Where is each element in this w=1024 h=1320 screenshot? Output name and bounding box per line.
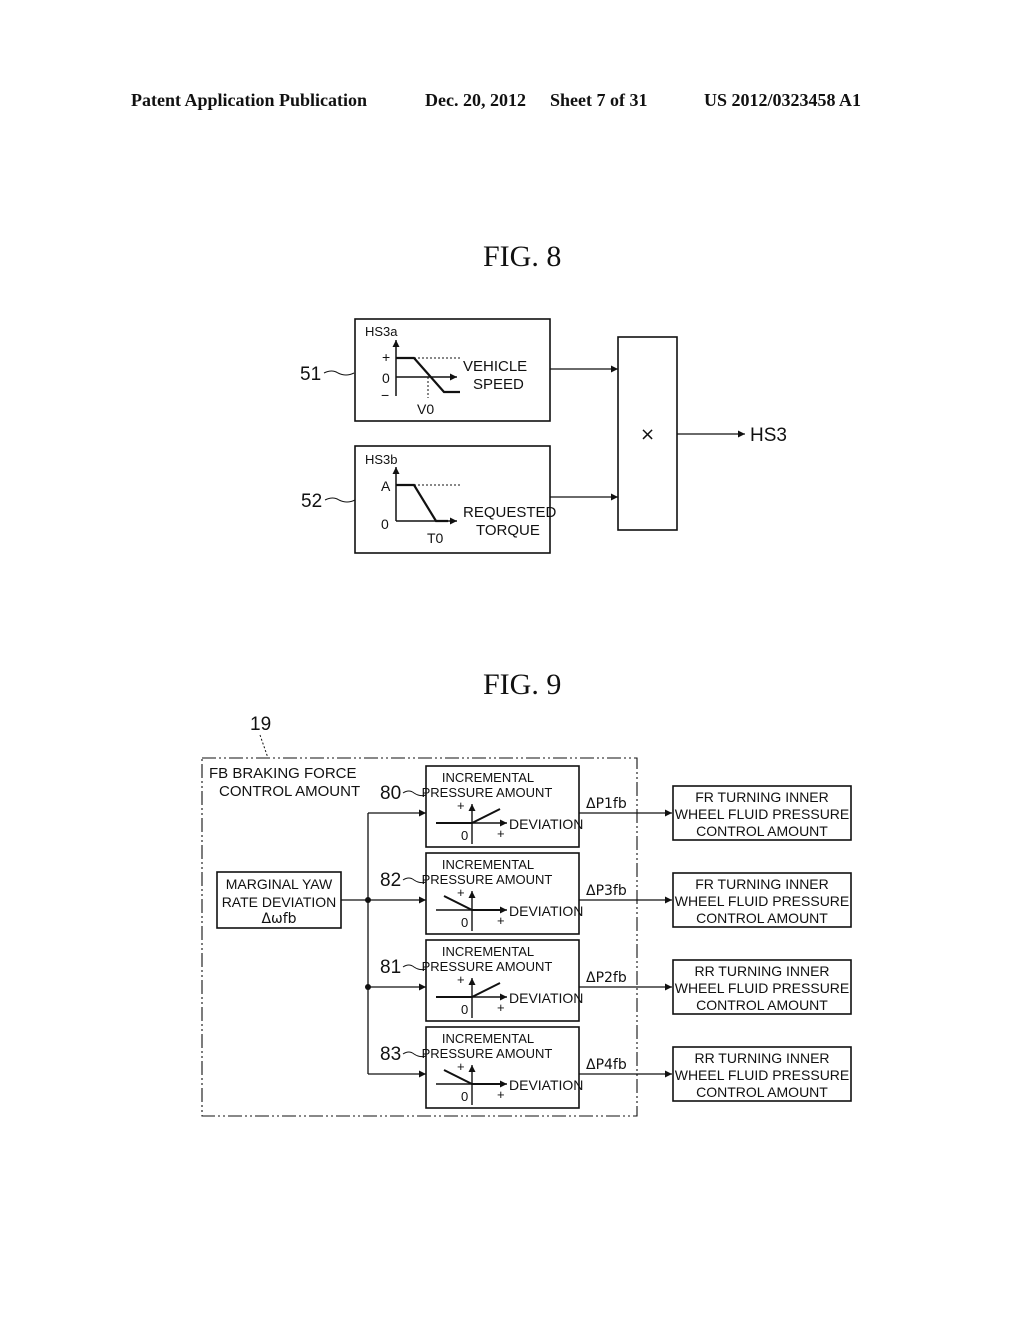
input-line-2: RATE DEVIATION (222, 894, 337, 910)
map-y-plus: + (457, 1059, 465, 1074)
diagram-canvas: 51 HS3a + 0 − V0 VEHICLE SPEED 52 HS3b A (201, 318, 852, 1117)
map-curve-decreasing (443, 895, 505, 911)
output-line-2: WHEEL FLUID PRESSURE (675, 893, 850, 909)
map-y-plus: + (457, 972, 465, 987)
map-x-plus: + (497, 913, 505, 928)
hs3a-label: HS3a (365, 324, 398, 339)
map-zero: 0 (461, 915, 468, 930)
requested-torque-label-2: TORQUE (476, 522, 540, 539)
map-blocks: 80INCREMENTALPRESSURE AMOUNT+0 +DEVIATION… (368, 765, 672, 1109)
map-y-plus: + (457, 798, 465, 813)
ref-82: 82 (380, 870, 401, 891)
output-line-2: WHEEL FLUID PRESSURE (675, 980, 850, 996)
map-x-plus: + (497, 826, 505, 841)
map-title-2: PRESSURE AMOUNT (422, 959, 553, 974)
output-line-1: FR TURNING INNER (695, 876, 829, 892)
input-block-yaw-rate-deviation: MARGINAL YAW RATE DEVIATION Δωfb (216, 871, 342, 929)
leader-19 (259, 734, 269, 759)
map-y-plus: + (457, 885, 465, 900)
hs3a-minus: − (381, 387, 389, 403)
map-output-label: ΔP1fb (586, 796, 627, 812)
hs3b-curve (396, 483, 448, 523)
map-zero: 0 (461, 1002, 468, 1017)
map-curve-decreasing (443, 1069, 505, 1085)
vehicle-speed-label-2: SPEED (473, 376, 524, 393)
output-block-1: FR TURNING INNERWHEEL FLUID PRESSURECONT… (672, 785, 852, 841)
vehicle-speed-label-1: VEHICLE (463, 358, 527, 375)
map-block-82: 82INCREMENTALPRESSURE AMOUNT+0 +DEVIATION… (368, 852, 672, 935)
input-line-3: Δωfb (261, 911, 296, 927)
leader-52 (324, 497, 356, 503)
block-51-hs3a: 51 HS3a + 0 − V0 VEHICLE SPEED (300, 318, 551, 422)
map-title-1: INCREMENTAL (442, 1031, 534, 1046)
signal-bus (341, 813, 371, 1074)
hs3a-plus: + (382, 349, 390, 365)
hs3b-t0: T0 (427, 530, 444, 546)
leader-51 (323, 370, 355, 376)
input-line-1: MARGINAL YAW (226, 876, 333, 892)
ref-83: 83 (380, 1044, 401, 1065)
map-curve-increasing (436, 808, 501, 824)
map-x-label: DEVIATION (509, 1077, 583, 1093)
multiply-symbol: × (640, 424, 655, 445)
map-block-81: 81INCREMENTALPRESSURE AMOUNT+0 +DEVIATION… (368, 939, 672, 1022)
map-title-1: INCREMENTAL (442, 857, 534, 872)
hs3-output-label: HS3 (750, 425, 787, 446)
map-output-label: ΔP2fb (586, 970, 627, 986)
hs3b-label: HS3b (365, 452, 398, 467)
ref-81: 81 (380, 957, 401, 978)
output-line-3: CONTROL AMOUNT (696, 823, 828, 839)
patent-sheet: Patent Application Publication Dec. 20, … (0, 0, 1024, 1320)
ref-19: 19 (250, 714, 271, 735)
group-label-2: CONTROL AMOUNT (219, 783, 360, 800)
output-blocks: FR TURNING INNERWHEEL FLUID PRESSURECONT… (672, 785, 852, 1102)
map-block-83: 83INCREMENTALPRESSURE AMOUNT+0 +DEVIATION… (368, 1026, 672, 1109)
map-title-1: INCREMENTAL (442, 944, 534, 959)
map-block-80: 80INCREMENTALPRESSURE AMOUNT+0 +DEVIATION… (368, 765, 672, 848)
ref-51: 51 (300, 364, 321, 385)
group-19-dashed-frame (201, 757, 638, 1117)
map-zero: 0 (461, 828, 468, 843)
output-line-3: CONTROL AMOUNT (696, 997, 828, 1013)
hs3b-zero: 0 (381, 516, 389, 532)
output-line-1: FR TURNING INNER (695, 789, 829, 805)
map-zero: 0 (461, 1089, 468, 1104)
map-output-label: ΔP3fb (586, 883, 627, 899)
output-line-1: RR TURNING INNER (694, 963, 829, 979)
output-line-3: CONTROL AMOUNT (696, 910, 828, 926)
map-output-label: ΔP4fb (586, 1057, 627, 1073)
map-x-label: DEVIATION (509, 990, 583, 1006)
hs3a-zero: 0 (382, 370, 390, 386)
output-line-3: CONTROL AMOUNT (696, 1084, 828, 1100)
map-curve-increasing (436, 982, 501, 998)
map-x-label: DEVIATION (509, 903, 583, 919)
group-label-1: FB BRAKING FORCE (209, 765, 357, 782)
hs3a-v0: V0 (417, 401, 434, 417)
output-block-4: RR TURNING INNERWHEEL FLUID PRESSURECONT… (672, 1046, 852, 1102)
output-line-1: RR TURNING INNER (694, 1050, 829, 1066)
multiplier-block: × HS3 (550, 336, 787, 531)
output-line-2: WHEEL FLUID PRESSURE (675, 1067, 850, 1083)
map-x-plus: + (497, 1087, 505, 1102)
ref-52: 52 (301, 491, 322, 512)
output-line-2: WHEEL FLUID PRESSURE (675, 806, 850, 822)
output-block-3: RR TURNING INNERWHEEL FLUID PRESSURECONT… (672, 959, 852, 1015)
map-title-2: PRESSURE AMOUNT (422, 1046, 553, 1061)
map-title-1: INCREMENTAL (442, 770, 534, 785)
map-title-2: PRESSURE AMOUNT (422, 785, 553, 800)
ref-80: 80 (380, 783, 401, 804)
output-block-2: FR TURNING INNERWHEEL FLUID PRESSURECONT… (672, 872, 852, 928)
map-x-label: DEVIATION (509, 816, 583, 832)
hs3b-a: A (381, 478, 391, 494)
block-52-hs3b: 52 HS3b A 0 T0 REQUESTED TORQUE (301, 445, 557, 554)
map-x-plus: + (497, 1000, 505, 1015)
map-title-2: PRESSURE AMOUNT (422, 872, 553, 887)
requested-torque-label-1: REQUESTED (463, 504, 557, 521)
